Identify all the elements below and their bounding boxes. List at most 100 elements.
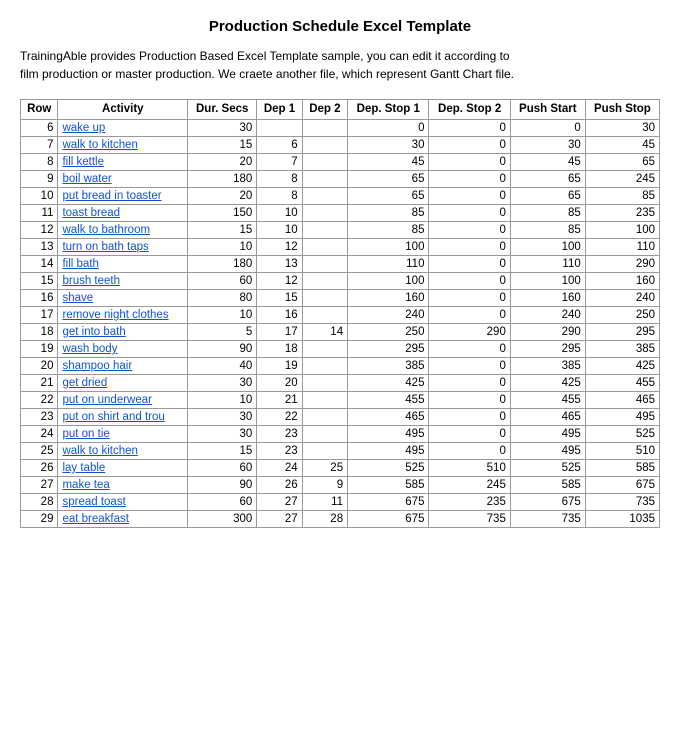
cell-value: 7 <box>257 153 302 170</box>
cell-value <box>302 204 347 221</box>
table-row: 11toast bread1501085085235 <box>21 204 660 221</box>
cell-value: 17 <box>257 323 302 340</box>
cell-value: 0 <box>429 221 510 238</box>
cell-value: 0 <box>429 357 510 374</box>
activity-name[interactable]: fill bath <box>58 255 188 272</box>
cell-value: 110 <box>585 238 659 255</box>
table-row: 12walk to bathroom151085085100 <box>21 221 660 238</box>
activity-name[interactable]: put on tie <box>58 425 188 442</box>
cell-value: 425 <box>510 374 585 391</box>
activity-name[interactable]: walk to kitchen <box>58 136 188 153</box>
cell-value <box>302 238 347 255</box>
row-number: 8 <box>21 153 58 170</box>
activity-name[interactable]: wash body <box>58 340 188 357</box>
cell-value: 675 <box>510 493 585 510</box>
cell-value: 295 <box>348 340 429 357</box>
cell-value: 45 <box>348 153 429 170</box>
col-header-dep.-stop-2: Dep. Stop 2 <box>429 100 510 120</box>
table-row: 27make tea90269585245585675 <box>21 476 660 493</box>
cell-value <box>302 425 347 442</box>
activity-name[interactable]: get dried <box>58 374 188 391</box>
cell-value: 240 <box>348 306 429 323</box>
cell-value: 245 <box>429 476 510 493</box>
activity-name[interactable]: remove night clothes <box>58 306 188 323</box>
cell-value: 495 <box>510 425 585 442</box>
row-number: 28 <box>21 493 58 510</box>
cell-value: 30 <box>188 425 257 442</box>
cell-value: 455 <box>510 391 585 408</box>
activity-name[interactable]: lay table <box>58 459 188 476</box>
activity-name[interactable]: shave <box>58 289 188 306</box>
cell-value: 10 <box>188 238 257 255</box>
row-number: 14 <box>21 255 58 272</box>
cell-value: 10 <box>257 221 302 238</box>
cell-value: 15 <box>188 221 257 238</box>
cell-value: 26 <box>257 476 302 493</box>
row-number: 22 <box>21 391 58 408</box>
activity-name[interactable]: fill kettle <box>58 153 188 170</box>
cell-value: 295 <box>585 323 659 340</box>
col-header-dep-2: Dep 2 <box>302 100 347 120</box>
cell-value: 150 <box>188 204 257 221</box>
activity-name[interactable]: eat breakfast <box>58 510 188 527</box>
table-row: 19wash body90182950295385 <box>21 340 660 357</box>
cell-value <box>257 119 302 136</box>
row-number: 13 <box>21 238 58 255</box>
col-header-dep-1: Dep 1 <box>257 100 302 120</box>
cell-value: 1035 <box>585 510 659 527</box>
cell-value: 30 <box>585 119 659 136</box>
activity-name[interactable]: toast bread <box>58 204 188 221</box>
cell-value: 160 <box>348 289 429 306</box>
cell-value: 0 <box>429 425 510 442</box>
cell-value: 240 <box>510 306 585 323</box>
table-row: 29eat breakfast30027286757357351035 <box>21 510 660 527</box>
cell-value: 495 <box>348 425 429 442</box>
cell-value <box>302 153 347 170</box>
cell-value: 15 <box>188 136 257 153</box>
cell-value: 45 <box>585 136 659 153</box>
cell-value: 250 <box>585 306 659 323</box>
cell-value: 24 <box>257 459 302 476</box>
cell-value: 180 <box>188 255 257 272</box>
activity-name[interactable]: get into bath <box>58 323 188 340</box>
activity-name[interactable]: make tea <box>58 476 188 493</box>
cell-value <box>302 391 347 408</box>
cell-value: 30 <box>510 136 585 153</box>
cell-value: 385 <box>348 357 429 374</box>
cell-value: 85 <box>348 204 429 221</box>
cell-value: 0 <box>429 391 510 408</box>
activity-name[interactable]: put on shirt and trou <box>58 408 188 425</box>
cell-value: 100 <box>510 272 585 289</box>
col-header-push-stop: Push Stop <box>585 100 659 120</box>
cell-value: 245 <box>585 170 659 187</box>
activity-name[interactable]: boil water <box>58 170 188 187</box>
activity-name[interactable]: walk to bathroom <box>58 221 188 238</box>
cell-value: 425 <box>585 357 659 374</box>
row-number: 15 <box>21 272 58 289</box>
activity-name[interactable]: turn on bath taps <box>58 238 188 255</box>
cell-value: 495 <box>585 408 659 425</box>
table-row: 9boil water180865065245 <box>21 170 660 187</box>
cell-value: 240 <box>585 289 659 306</box>
table-row: 25walk to kitchen15234950495510 <box>21 442 660 459</box>
cell-value: 235 <box>429 493 510 510</box>
activity-name[interactable]: put bread in toaster <box>58 187 188 204</box>
activity-name[interactable]: spread toast <box>58 493 188 510</box>
cell-value: 27 <box>257 493 302 510</box>
activity-name[interactable]: walk to kitchen <box>58 442 188 459</box>
activity-name[interactable]: brush teeth <box>58 272 188 289</box>
cell-value: 110 <box>348 255 429 272</box>
cell-value: 100 <box>348 238 429 255</box>
cell-value: 65 <box>348 187 429 204</box>
table-row: 13turn on bath taps10121000100110 <box>21 238 660 255</box>
activity-name[interactable]: shampoo hair <box>58 357 188 374</box>
activity-name[interactable]: wake up <box>58 119 188 136</box>
row-number: 6 <box>21 119 58 136</box>
cell-value: 60 <box>188 493 257 510</box>
cell-value: 180 <box>188 170 257 187</box>
cell-value <box>302 442 347 459</box>
cell-value: 0 <box>429 187 510 204</box>
cell-value: 11 <box>302 493 347 510</box>
cell-value: 0 <box>429 119 510 136</box>
activity-name[interactable]: put on underwear <box>58 391 188 408</box>
